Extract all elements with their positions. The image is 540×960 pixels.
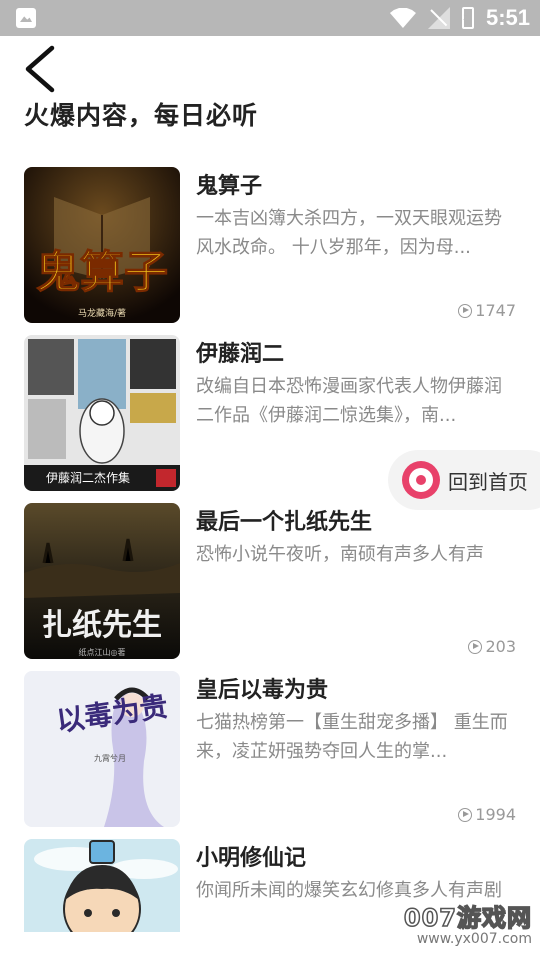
back-button[interactable] (22, 44, 62, 94)
play-count-value: 1747 (475, 301, 516, 320)
wifi-icon (389, 8, 416, 28)
page-title: 火爆内容，每日必听 (24, 101, 259, 130)
back-to-home-label: 回到首页 (448, 469, 528, 494)
cover-image: 扎纸先生 纸点江山◎著 (24, 503, 180, 659)
status-icons: 5:51 (389, 5, 530, 30)
no-signal-icon (428, 7, 450, 29)
chevron-left-icon (25, 45, 55, 93)
list-item[interactable]: 鬼算子 马龙藏海/著 鬼算子 一本吉凶簿大杀四方，一双天眼观运势风水改命。 十八… (0, 164, 540, 324)
clock: 5:51 (485, 5, 530, 30)
list-item[interactable]: 以毒为贵 九霄兮月 皇后以毒为贵 七猫热榜第一【重生甜宠多播】 重生而来，凌芷妍… (0, 668, 540, 828)
item-title: 小明修仙记 (196, 846, 307, 871)
item-description: 一本吉凶簿大杀四方，一双天眼观运势风水改命。 十八岁那年，因为母... (196, 208, 502, 258)
play-count-value: 1994 (475, 805, 516, 824)
cover-author-text: 马龙藏海/著 (78, 307, 126, 319)
cover-image: 伊藤润二杰作集 (24, 335, 180, 491)
item-description: 改编自日本恐怖漫画家代表人物伊藤润二作品《伊藤润二惊选集》，南... (196, 376, 502, 426)
cover-title-text: 伊藤润二杰作集 (46, 470, 130, 485)
play-count: 1994 (458, 805, 516, 824)
cover-author-text: 纸点江山◎著 (79, 647, 126, 657)
item-title: 伊藤润二 (196, 342, 285, 367)
cover-image (24, 839, 180, 932)
cover-image: 以毒为贵 九霄兮月 (24, 671, 180, 827)
gallery-notification-icon (16, 8, 36, 28)
watermark: 007游戏网 www.yx007.com (403, 904, 532, 947)
list-item[interactable]: 扎纸先生 纸点江山◎著 最后一个扎纸先生 恐怖小说午夜听，南硕有声多人有声 20… (0, 500, 540, 660)
status-bar: 5:51 (0, 0, 540, 36)
play-count-value: 203 (485, 637, 516, 656)
item-title: 鬼算子 (196, 174, 263, 199)
play-icon (458, 303, 473, 318)
play-count: 1747 (458, 301, 516, 320)
play-count: 203 (468, 637, 516, 656)
item-description: 七猫热榜第一【重生甜宠多播】 重生而来，凌芷妍强势夺回人生的掌... (196, 712, 508, 762)
watermark-logo-text: 007游戏网 (403, 904, 532, 932)
cover-author-text: 九霄兮月 (94, 753, 126, 763)
back-to-home-button[interactable]: 回到首页 (388, 450, 540, 510)
play-icon (458, 807, 473, 822)
cover-image: 鬼算子 马龙藏海/著 (24, 167, 180, 323)
watermark-url: www.yx007.com (416, 931, 532, 947)
battery-charging-icon (461, 7, 474, 29)
vinyl-record-icon (402, 461, 440, 499)
cover-title-text: 鬼算子 (36, 247, 168, 298)
item-title: 皇后以毒为贵 (196, 678, 329, 703)
item-title: 最后一个扎纸先生 (196, 510, 373, 535)
play-icon (468, 639, 483, 654)
item-description: 恐怖小说午夜听，南硕有声多人有声 (196, 544, 484, 565)
cover-title-text: 扎纸先生 (42, 608, 162, 643)
